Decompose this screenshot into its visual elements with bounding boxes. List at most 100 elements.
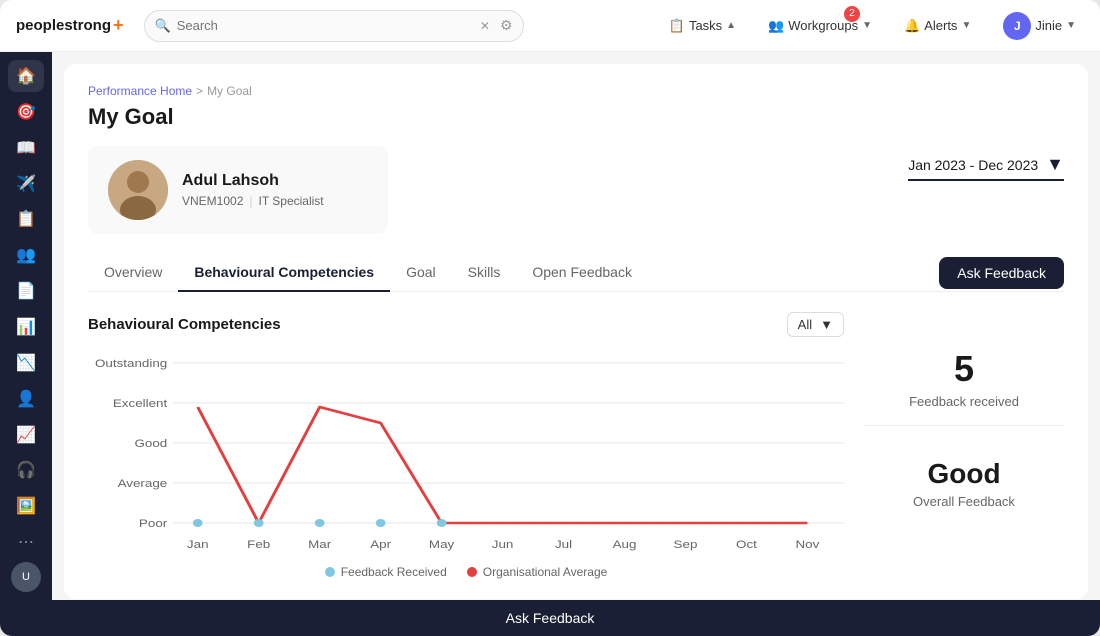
logo-text: peoplestrong (16, 17, 111, 34)
breadcrumb-parent[interactable]: Performance Home (88, 84, 192, 98)
alerts-icon: 🔔 (904, 18, 920, 34)
breadcrumb-separator: > (196, 84, 203, 98)
page-title: My Goal (88, 104, 1064, 130)
tab-open-feedback[interactable]: Open Feedback (516, 254, 648, 292)
profile-card: Adul Lahsoh VNEM1002 | IT Specialist (88, 146, 388, 234)
alerts-chevron: ▼ (961, 20, 971, 31)
user-label: Jinie (1035, 18, 1062, 33)
bottom-ask-feedback-bar[interactable]: Ask Feedback (0, 600, 1100, 636)
feedback-legend-dot (325, 567, 335, 577)
sidebar-user-avatar[interactable]: U (11, 562, 41, 592)
profile-name: Adul Lahsoh (182, 172, 324, 190)
feedback-point (193, 519, 203, 527)
tabs-bar: OverviewBehavioural CompetenciesGoalSkil… (88, 254, 1064, 292)
svg-text:Mar: Mar (308, 538, 331, 551)
logo: peoplestrong+ (16, 15, 124, 36)
chart-filter-chevron-icon: ▼ (820, 317, 833, 332)
tab-behavioural-competencies[interactable]: Behavioural Competencies (178, 254, 390, 292)
ask-feedback-top-button[interactable]: Ask Feedback (939, 257, 1064, 289)
svg-text:Average: Average (118, 477, 168, 490)
sidebar-item-chart[interactable]: 📈 (8, 419, 44, 451)
content-area: Performance Home > My Goal My Goal (52, 52, 1100, 600)
svg-text:Jan: Jan (187, 538, 209, 551)
profile-row: Adul Lahsoh VNEM1002 | IT Specialist Jan… (88, 146, 1064, 234)
search-input[interactable] (177, 18, 474, 33)
svg-text:May: May (429, 538, 455, 551)
sidebar-item-analytics[interactable]: 📉 (8, 347, 44, 379)
sidebar-item-goals[interactable]: 🎯 (8, 96, 44, 128)
breadcrumb: Performance Home > My Goal (88, 84, 1064, 98)
sidebar-item-reports[interactable]: 📊 (8, 311, 44, 343)
legend-org-avg: Organisational Average (467, 565, 608, 579)
chart-title: Behavioural Competencies (88, 316, 281, 333)
date-range-text: Jan 2023 - Dec 2023 (908, 157, 1038, 173)
org-avg-legend-label: Organisational Average (483, 565, 608, 579)
profile-id: VNEM1002 (182, 194, 243, 208)
app-screen: peoplestrong+ 🔍 ✕ ⚙ 📋 Tasks ▲ 👥 2 Workgr… (0, 0, 1100, 636)
feedback-point (376, 519, 386, 527)
sidebar: 🏠 🎯 📖 ✈️ 📋 👥 📄 📊 📉 👤 📈 🎧 🖼️ ⋯ U (0, 52, 52, 600)
chart-area: Outstanding Excellent Good Average Poor … (88, 353, 844, 553)
svg-text:Aug: Aug (613, 538, 637, 551)
profile-divider: | (249, 194, 252, 208)
sidebar-item-learn[interactable]: 📖 (8, 132, 44, 164)
svg-text:Feb: Feb (247, 538, 270, 551)
tasks-chevron: ▲ (726, 20, 736, 31)
avatar-image (108, 160, 168, 220)
feedback-point (315, 519, 325, 527)
search-filter-icon[interactable]: ⚙ (500, 17, 513, 34)
svg-text:Poor: Poor (139, 517, 167, 530)
search-icon: 🔍 (155, 18, 171, 34)
alerts-label: Alerts (924, 18, 957, 33)
svg-text:Nov: Nov (796, 538, 821, 551)
avatar (108, 160, 168, 220)
feedback-count: 5 (880, 348, 1048, 390)
tasks-label: Tasks (689, 18, 722, 33)
chart-filter-dropdown[interactable]: All ▼ (787, 312, 844, 337)
chart-section: Behavioural Competencies All ▼ (88, 312, 844, 579)
profile-sub: VNEM1002 | IT Specialist (182, 194, 324, 208)
search-bar[interactable]: 🔍 ✕ ⚙ (144, 10, 524, 42)
alerts-button[interactable]: 🔔 Alerts ▼ (896, 14, 979, 38)
topbar-actions: 📋 Tasks ▲ 👥 2 Workgroups ▼ 🔔 Alerts ▼ J … (661, 8, 1084, 44)
sidebar-item-more[interactable]: ⋯ (8, 526, 44, 558)
sidebar-item-travel[interactable]: ✈️ (8, 168, 44, 200)
tasks-icon: 📋 (669, 18, 685, 34)
tab-overview[interactable]: Overview (88, 254, 178, 292)
svg-text:Jul: Jul (555, 538, 572, 551)
svg-text:Sep: Sep (674, 538, 698, 551)
breadcrumb-current: My Goal (207, 84, 252, 98)
feedback-point (437, 519, 447, 527)
org-avg-legend-dot (467, 567, 477, 577)
feedback-count-block: 5 Feedback received (864, 332, 1064, 426)
profile-info: Adul Lahsoh VNEM1002 | IT Specialist (182, 172, 324, 208)
svg-text:Outstanding: Outstanding (95, 357, 167, 370)
svg-text:Jun: Jun (492, 538, 514, 551)
workgroups-button[interactable]: 👥 2 Workgroups ▼ (760, 14, 880, 38)
sidebar-item-gallery[interactable]: 🖼️ (8, 490, 44, 522)
profile-role: IT Specialist (259, 194, 324, 208)
date-range-selector[interactable]: Jan 2023 - Dec 2023 ▼ (908, 154, 1064, 181)
search-clear-icon[interactable]: ✕ (480, 19, 490, 33)
sidebar-item-home[interactable]: 🏠 (8, 60, 44, 92)
user-menu-button[interactable]: J Jinie ▼ (995, 8, 1084, 44)
sidebar-item-tasks[interactable]: 📋 (8, 203, 44, 235)
feedback-label: Feedback received (880, 394, 1048, 409)
svg-text:Apr: Apr (370, 538, 391, 551)
sidebar-item-support[interactable]: 🎧 (8, 454, 44, 486)
chart-section-wrapper: Behavioural Competencies All ▼ (88, 312, 1064, 579)
sidebar-item-people[interactable]: 👥 (8, 239, 44, 271)
avatar-svg (108, 160, 168, 220)
tasks-button[interactable]: 📋 Tasks ▲ (661, 14, 744, 38)
tab-skills[interactable]: Skills (452, 254, 517, 292)
overall-feedback-label: Overall Feedback (880, 494, 1048, 509)
sidebar-bottom: U (11, 562, 41, 592)
workgroups-chevron: ▼ (862, 20, 872, 31)
sidebar-item-profile[interactable]: 👤 (8, 383, 44, 415)
sidebar-item-docs[interactable]: 📄 (8, 275, 44, 307)
topbar: peoplestrong+ 🔍 ✕ ⚙ 📋 Tasks ▲ 👥 2 Workgr… (0, 0, 1100, 52)
user-chevron: ▼ (1066, 20, 1076, 31)
tab-goal[interactable]: Goal (390, 254, 452, 292)
date-range-chevron-icon: ▼ (1046, 154, 1064, 175)
chart-svg: Outstanding Excellent Good Average Poor … (88, 353, 844, 553)
